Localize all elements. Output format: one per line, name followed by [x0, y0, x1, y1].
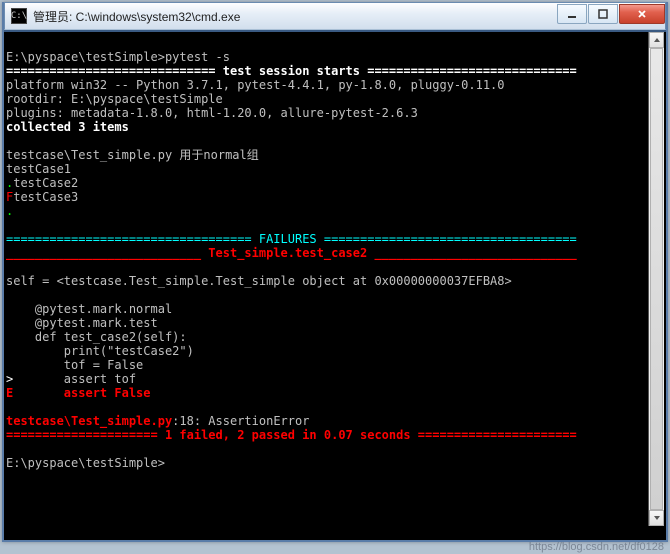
src-line: assert tof: [13, 372, 136, 386]
vertical-scrollbar[interactable]: [648, 32, 664, 526]
testcase3: testCase3: [13, 190, 78, 204]
src-line: tof = False: [6, 358, 143, 372]
scroll-thumb[interactable]: [650, 48, 663, 510]
terminal-output: E:\pyspace\testSimple>pytest -s ========…: [4, 30, 666, 540]
command-text: pytest -s: [165, 50, 230, 64]
prompt: E:\pyspace\testSimple>: [6, 50, 165, 64]
window-buttons: [556, 3, 665, 29]
self-line: self = <testcase.Test_simple.Test_simple…: [6, 274, 512, 288]
group-label: 用于normal组: [179, 148, 258, 162]
rootdir-line: rootdir: E:\pyspace\testSimple: [6, 92, 223, 106]
platform-line: platform win32 -- Python 3.7.1, pytest-4…: [6, 78, 505, 92]
cmd-icon: C:\: [11, 8, 27, 24]
failure-title: ___________________________ Test_simple.…: [6, 246, 577, 260]
close-button[interactable]: [619, 4, 665, 24]
src-line: def test_case2(self):: [6, 330, 187, 344]
src-line: @pytest.mark.normal: [6, 302, 172, 316]
testcase1: testCase1: [6, 162, 71, 176]
prompt: E:\pyspace\testSimple>: [6, 456, 165, 470]
minimize-button[interactable]: [557, 4, 587, 24]
scroll-up-button[interactable]: [649, 32, 664, 48]
testcase2: testCase2: [13, 176, 78, 190]
maximize-button[interactable]: [588, 4, 618, 24]
test-file: testcase\Test_simple.py: [6, 148, 179, 162]
titlebar: C:\ 管理员: C:\windows\system32\cmd.exe: [4, 2, 666, 30]
plugins-line: plugins: metadata-1.8.0, html-1.20.0, al…: [6, 106, 418, 120]
src-line: @pytest.mark.test: [6, 316, 158, 330]
scroll-down-button[interactable]: [649, 510, 664, 526]
error-location: testcase\Test_simple.py: [6, 414, 172, 428]
watermark-text: https://blog.csdn.net/df0128: [529, 541, 664, 553]
error-location-tail: :18: AssertionError: [172, 414, 309, 428]
summary-line: ===================== 1 failed, 2 passed…: [6, 428, 577, 442]
session-header: ============================= test sessi…: [6, 64, 577, 78]
collected-line: collected 3 items: [6, 120, 129, 134]
error-line: assert False: [13, 386, 150, 400]
src-line: print("testCase2"): [6, 344, 194, 358]
failures-header: ================================== FAILU…: [6, 232, 577, 246]
window-title: 管理员: C:\windows\system32\cmd.exe: [33, 8, 556, 25]
cmd-window: C:\ 管理员: C:\windows\system32\cmd.exe E:\…: [2, 2, 668, 542]
pass-dot2-icon: .: [6, 204, 13, 218]
